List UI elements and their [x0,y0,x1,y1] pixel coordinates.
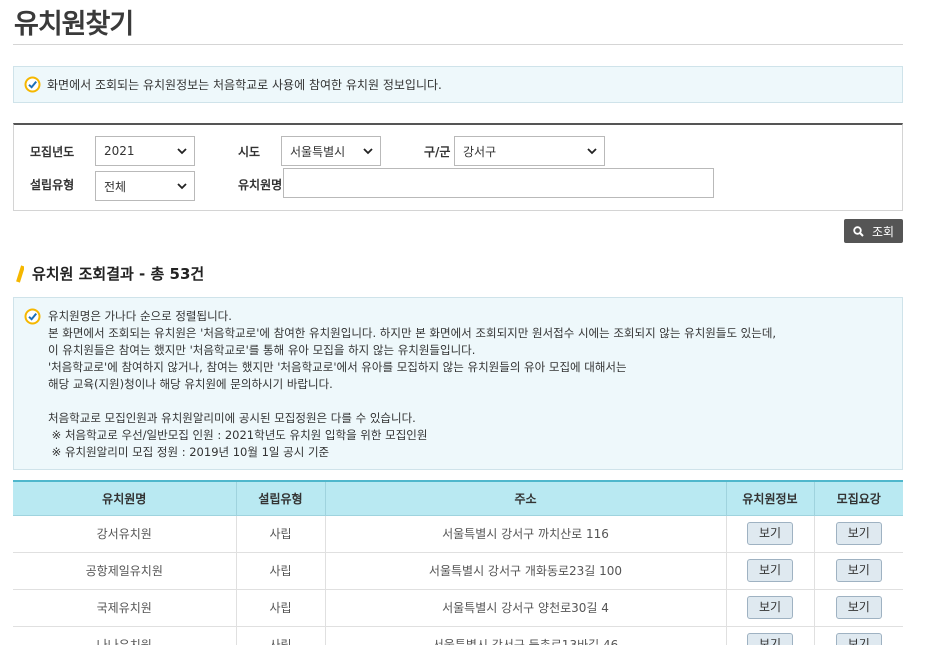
results-heading: 유치원 조회결과 - 총 53건 [14,263,204,284]
year-select-value: 2021 [104,144,135,158]
info-line: ※ 유치원알리미 모집 정원 : 2019년 10월 1일 공시 기준 [48,445,330,459]
search-icon [853,225,864,237]
view-info-button[interactable]: 보기 [747,596,793,619]
gugun-select-value: 강서구 [463,144,497,159]
column-header: 유치원명 [13,480,236,516]
column-header: 유치원정보 [725,480,814,516]
view-guide-button[interactable]: 보기 [835,596,882,619]
notice-box: 화면에서 조회되는 유치원정보는 처음학교로 사용에 참여한 유치원 정보입니다… [13,66,903,103]
view-info-button[interactable]: 보기 [747,559,793,582]
results-title: 유치원 조회결과 - 총 53건 [32,265,205,283]
slash-marker-icon [16,264,24,283]
sido-select[interactable]: 서울특별시 [281,136,381,166]
check-circle-icon [24,76,41,93]
year-label: 모집년도 [30,145,75,159]
chevron-down-icon [363,148,373,155]
info-line: 해당 교육(지원)청이나 해당 유치원에 문의하시기 바랍니다. [48,377,333,391]
establishment-type: 사립 [235,552,325,590]
type-select-value: 전체 [104,179,127,194]
chevron-down-icon [587,148,597,155]
search-panel: 모집년도 2021 시도 서울특별시 구/군 강서구 설립유형 전체 유치원명 [13,123,903,211]
address: 서울특별시 강서구 등촌로13바길 46 [324,626,726,645]
kindergarten-name: 강서유치원 [13,515,236,553]
title-divider [13,44,903,45]
kindergarten-name: 국제유치원 [13,589,236,627]
kindergarten-name-input[interactable] [283,168,714,198]
info-line: 유치원명은 가나다 순으로 정렬됩니다. [48,309,232,323]
type-label: 설립유형 [30,178,75,192]
view-info-button[interactable]: 보기 [747,633,793,645]
table-row: 강서유치원 사립 서울특별시 강서구 까치산로 116 보기 보기 [13,515,903,553]
info-line [48,393,776,410]
view-guide-button[interactable]: 보기 [835,522,882,545]
results-info-box: 유치원명은 가나다 순으로 정렬됩니다. 본 화면에서 조회되는 유치원은 '처… [13,297,903,470]
results-table: 유치원명 설립유형 주소 유치원정보 모집요강 강서유치원 사립 서울특별시 강… [13,480,903,645]
address: 서울특별시 강서구 개화동로23길 100 [324,552,726,590]
table-row: 나나유치원 사립 서울특별시 강서구 등촌로13바길 46 보기 보기 [13,626,903,645]
kindergarten-name: 나나유치원 [13,626,236,645]
view-info-button[interactable]: 보기 [747,522,793,545]
info-line: 처음학교로 모집인원과 유치원알리미에 공시된 모집정원은 다를 수 있습니다. [48,411,416,425]
table-row: 공항제일유치원 사립 서울특별시 강서구 개화동로23길 100 보기 보기 [13,552,903,590]
page-title: 유치원찾기 [14,9,134,40]
chevron-down-icon [177,148,187,155]
column-header: 모집요강 [813,480,903,516]
establishment-type: 사립 [235,515,325,553]
notice-text: 화면에서 조회되는 유치원정보는 처음학교로 사용에 참여한 유치원 정보입니다… [47,78,442,92]
gugun-select[interactable]: 강서구 [454,136,605,166]
sido-select-value: 서울특별시 [290,144,346,159]
info-line: 본 화면에서 조회되는 유치원은 '처음학교로'에 참여한 유치원입니다. 하지… [48,326,777,340]
info-line: '처음학교로'에 참여하지 않거나, 참여는 했지만 '처음학교로'에서 유아를… [48,360,627,374]
establishment-type: 사립 [235,626,325,645]
search-button-label: 조회 [871,224,895,239]
table-header-row: 유치원명 설립유형 주소 유치원정보 모집요강 [13,480,903,516]
name-label: 유치원명 [238,178,283,192]
column-header: 주소 [324,480,726,516]
table-row: 국제유치원 사립 서울특별시 강서구 양천로30길 4 보기 보기 [13,589,903,627]
year-select[interactable]: 2021 [95,136,195,166]
kindergarten-name: 공항제일유치원 [13,552,236,590]
view-guide-button[interactable]: 보기 [835,633,882,645]
search-button[interactable]: 조회 [844,219,903,243]
address: 서울특별시 강서구 양천로30길 4 [324,589,726,627]
view-guide-button[interactable]: 보기 [835,559,882,582]
column-header: 설립유형 [235,480,325,516]
info-line: ※ 처음학교로 우선/일반모집 인원 : 2021학년도 유치원 입학을 위한 … [48,428,428,442]
check-circle-icon [24,308,41,325]
info-line: 이 유치원들은 참여는 했지만 '처음학교로'를 통해 유아 모집을 하지 않는… [48,343,476,357]
sido-label: 시도 [238,145,261,159]
chevron-down-icon [177,183,187,190]
gugun-label: 구/군 [424,145,451,159]
establishment-type: 사립 [235,589,325,627]
type-select[interactable]: 전체 [95,171,195,201]
address: 서울특별시 강서구 까치산로 116 [324,515,726,553]
